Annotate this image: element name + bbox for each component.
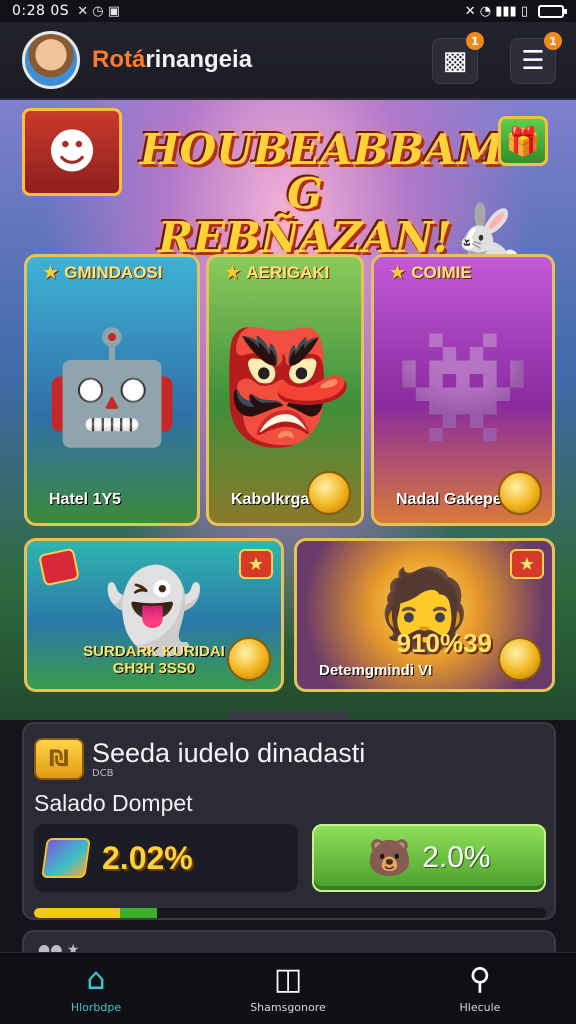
brand-accent: Rotá (92, 46, 146, 73)
bottom-nav: ⌂ Hlorbdpe ◫ Shamsgonore ⚲ Hlecule (0, 952, 576, 1024)
card-title-text: AERIGAKI (246, 263, 330, 282)
card-title-text: GMINDAOSI (64, 263, 163, 282)
wallet-panel: ₪ Seeda iudelo dinadasti DCB Salado Domp… (22, 722, 556, 920)
promo-card-left[interactable]: ★ 👻 SURDARK KURIDAI GH3H 3SS0 (24, 538, 284, 692)
claim-button[interactable]: 🐻 2.0% (312, 824, 546, 892)
status-bar: 0:28 0S ✕ ◷ ▣ ✕ ◔ ▮▮▮ ▯ (0, 0, 576, 22)
card-title: ★ GMINDAOSI (27, 263, 197, 283)
hero-avatar-icon: ☻ (22, 108, 122, 196)
goblin-character-icon: 👺 (216, 322, 354, 451)
coin-icon (227, 637, 271, 681)
bag-badge: 1 (466, 32, 484, 50)
coin-stack-icon: ₪ (34, 738, 84, 780)
card-title-text: COIMIE (411, 263, 472, 282)
robot-character-icon: 🤖 (43, 322, 181, 451)
promo-card-right[interactable]: ★ 🧔 910%39 Detemgmindi VI (294, 538, 555, 692)
hero-headline: HOUBEABBAM G REBÑAZAN! (140, 125, 504, 260)
signal-icons: ✕ ◔ ▮▮▮ ▯ (464, 3, 528, 19)
game-card-robot[interactable]: ★ GMINDAOSI 🤖 Hatel 1Y5 (24, 254, 200, 526)
store-icon: ◫ (273, 962, 303, 997)
progress-bar (34, 908, 546, 918)
nav-item-search[interactable]: ⚲ Hlecule (384, 953, 576, 1024)
menu-badge: 1 (544, 32, 562, 50)
progress-fill (34, 908, 157, 918)
status-left-icons: ✕ ◷ ▣ (77, 3, 120, 19)
star-icon: ★ (390, 263, 406, 282)
red-robot-character-icon: 👾 (394, 322, 532, 451)
bear-icon: 🐻 (367, 838, 413, 879)
coin-icon (498, 637, 542, 681)
claim-button-value: 2.0% (422, 841, 491, 874)
battery-icon (538, 4, 567, 18)
app-header: Rotárinangeia ▩ 1 ☰ 1 (0, 22, 576, 100)
nav-item-home[interactable]: ⌂ Hlorbdpe (0, 953, 192, 1024)
balance-box: 2.02% (34, 824, 298, 892)
nav-label-search: Hlecule (459, 1001, 501, 1014)
nav-item-store[interactable]: ◫ Shamsgonore (192, 953, 384, 1024)
bag-icon: ▩ (442, 46, 468, 76)
game-card-coin-robot[interactable]: ★ COIMIE 👾 Nadal Gakepeorni (371, 254, 555, 526)
avatar[interactable] (22, 31, 80, 89)
star-icon: ★ (225, 263, 241, 282)
search-icon: ⚲ (469, 962, 491, 997)
brand-rest: rinangeia (145, 46, 253, 73)
balance-value: 2.02% (102, 839, 193, 876)
status-time: 0:28 0S (12, 3, 70, 19)
coin-icon (498, 471, 542, 515)
card-footer: Hatel 1Y5 (49, 491, 122, 508)
status-right-icons: ✕ ◔ ▮▮▮ ▯ (464, 3, 567, 19)
wallet-label: Salado Dompet (34, 790, 193, 816)
hamburger-icon: ☰ (521, 46, 545, 76)
coin-icon (307, 471, 351, 515)
card-title: ★ AERIGAKI (209, 263, 361, 283)
drag-handle[interactable] (228, 712, 348, 720)
menu-button[interactable]: ☰ 1 (510, 32, 562, 84)
nav-label-home: Hlorbdpe (70, 1001, 122, 1014)
headline-line-1: HOUBEABBAM G (140, 125, 504, 218)
game-card-goblin[interactable]: ★ AERIGAKI 👺 Kabolkrgan (206, 254, 364, 526)
app-brand: Rotárinangeia (92, 46, 252, 74)
gem-book-icon (41, 838, 91, 878)
bag-button[interactable]: ▩ 1 (432, 32, 484, 84)
wallet-title: Seeda iudelo dinadasti (92, 738, 366, 768)
gift-box-icon[interactable]: 🎁 (498, 116, 548, 166)
nav-label-store: Shamsgonore (250, 1001, 326, 1014)
wallet-subtitle: DCB (92, 768, 114, 779)
card-title: ★ COIMIE (374, 263, 552, 283)
star-icon: ★ (43, 263, 59, 282)
promo-value: 910%39 (396, 628, 492, 658)
home-icon: ⌂ (86, 962, 106, 997)
